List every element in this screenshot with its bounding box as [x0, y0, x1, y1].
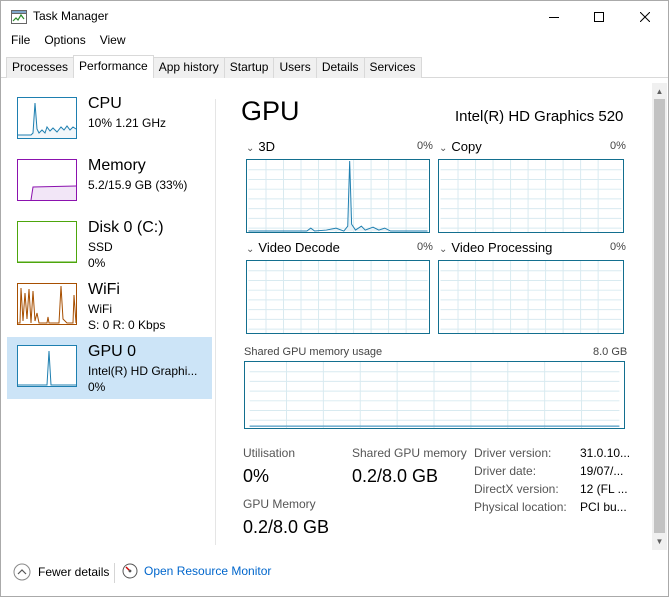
gpu-model-name: Intel(R) HD Graphics 520 — [455, 108, 624, 125]
menu-view[interactable]: View — [91, 33, 131, 51]
driver-version-value: 31.0.10... — [580, 446, 631, 460]
menu-file[interactable]: File — [1, 33, 35, 51]
window-title: Task Manager — [33, 9, 109, 23]
scrollbar-thumb[interactable] — [654, 99, 665, 533]
chevron-up-circle-icon — [13, 563, 31, 581]
footer-divider — [114, 563, 115, 583]
engine-label: Copy — [451, 139, 482, 154]
engine-copy-graph — [438, 159, 624, 233]
resource-name: Disk 0 (C:) — [88, 219, 164, 236]
gpu-memory-value: 0.2/8.0 GB — [243, 517, 330, 537]
disk-sparkline-icon — [17, 221, 77, 263]
task-manager-window: Task Manager File Options View Processes… — [0, 0, 669, 597]
driver-date-value: 19/07/... — [580, 464, 624, 478]
tab-details[interactable]: Details — [315, 57, 365, 78]
resource-detail: 5.2/15.9 GB (33%) — [88, 178, 188, 192]
pane-divider — [215, 99, 216, 545]
chevron-down-icon: ⌄ — [246, 143, 255, 154]
minimize-icon — [549, 17, 559, 18]
engine-video-decode-graph — [246, 260, 430, 334]
resource-detail: SSD — [88, 240, 113, 254]
resource-gpu-0[interactable]: GPU 0 Intel(R) HD Graphi... 0% — [7, 337, 212, 399]
resource-name: Memory — [88, 157, 146, 174]
resource-usage: 0% — [88, 256, 106, 270]
shared-memory-graph-label: Shared GPU memory usage — [244, 346, 383, 358]
chevron-down-icon: ⌄ — [439, 143, 448, 154]
resource-usage: S: 0 R: 0 Kbps — [88, 318, 166, 332]
scroll-down-icon[interactable]: ▼ — [655, 537, 664, 546]
engine-3d-graph — [246, 159, 430, 233]
utilisation-label: Utilisation — [243, 446, 296, 460]
engine-percent: 0% — [417, 140, 433, 152]
close-icon — [640, 12, 650, 22]
wifi-sparkline-icon — [17, 283, 77, 325]
shared-memory-max-label: 8.0 GB — [593, 346, 628, 358]
shared-gpu-memory-value: 0.2/8.0 GB — [352, 466, 439, 486]
resource-disk[interactable]: Disk 0 (C:) SSD 0% — [7, 213, 212, 275]
resource-cpu[interactable]: CPU 10% 1.21 GHz — [7, 89, 212, 151]
resource-wifi[interactable]: WiFi WiFi S: 0 R: 0 Kbps — [7, 275, 212, 337]
open-resource-monitor-label: Open Resource Monitor — [144, 564, 272, 578]
resource-name: GPU 0 — [88, 343, 137, 360]
maximize-button[interactable] — [576, 1, 622, 33]
cpu-sparkline-icon — [17, 97, 77, 139]
fewer-details-label: Fewer details — [38, 565, 110, 579]
resource-monitor-icon — [122, 563, 138, 579]
menu-options[interactable]: Options — [35, 33, 90, 51]
resource-memory[interactable]: Memory 5.2/15.9 GB (33%) — [7, 151, 212, 213]
chevron-down-icon: ⌄ — [246, 244, 255, 255]
physical-location-value: PCI bu... — [580, 500, 627, 514]
menu-bar: File Options View — [1, 33, 131, 51]
fewer-details-button[interactable]: Fewer details — [13, 563, 109, 581]
driver-version-label: Driver version: — [474, 446, 552, 460]
tab-strip: Processes Performance App history Startu… — [6, 55, 422, 78]
driver-date-label: Driver date: — [474, 464, 537, 478]
engine-label: Video Processing — [451, 240, 553, 255]
vertical-scrollbar[interactable]: ▲ ▼ — [652, 83, 667, 550]
gpu-memory-label: GPU Memory — [243, 497, 316, 511]
scroll-up-icon[interactable]: ▲ — [655, 87, 664, 96]
engine-label: 3D — [258, 139, 276, 154]
engine-video-processing-selector[interactable]: ⌄ Video Processing — [439, 240, 552, 255]
tab-users[interactable]: Users — [273, 57, 317, 78]
tab-processes[interactable]: Processes — [6, 57, 75, 78]
detail-title: GPU — [241, 96, 300, 126]
tab-services[interactable]: Services — [363, 57, 422, 78]
engine-copy-selector[interactable]: ⌄ Copy — [439, 139, 482, 154]
minimize-button[interactable] — [531, 1, 577, 33]
open-resource-monitor-link[interactable]: Open Resource Monitor — [122, 563, 271, 579]
directx-version-value: 12 (FL ... — [580, 482, 628, 496]
engine-video-processing-graph — [438, 260, 624, 334]
chevron-down-icon: ⌄ — [439, 244, 448, 255]
memory-sparkline-icon — [17, 159, 77, 201]
engine-label: Video Decode — [258, 240, 340, 255]
resource-detail: Intel(R) HD Graphi... — [88, 364, 198, 378]
task-manager-icon — [11, 10, 27, 24]
engine-3d-selector[interactable]: ⌄ 3D — [246, 139, 275, 154]
engine-percent: 0% — [610, 241, 626, 253]
resource-list: CPU 10% 1.21 GHz Memory 5.2/15.9 GB (33%… — [7, 89, 213, 399]
resource-name: WiFi — [88, 281, 120, 298]
directx-version-label: DirectX version: — [474, 482, 559, 496]
tab-app-history[interactable]: App history — [152, 57, 225, 78]
resource-detail: WiFi — [88, 302, 112, 316]
engine-video-decode-selector[interactable]: ⌄ Video Decode — [246, 240, 340, 255]
tab-startup[interactable]: Startup — [223, 57, 275, 78]
footer-bar: Fewer details Open Resource Monitor — [1, 557, 668, 587]
title-bar[interactable]: Task Manager — [1, 1, 668, 33]
shared-memory-graph — [244, 361, 625, 429]
physical-location-label: Physical location: — [474, 500, 567, 514]
resource-detail: 10% 1.21 GHz — [88, 116, 167, 130]
resource-name: CPU — [88, 95, 122, 112]
gpu-sparkline-icon — [17, 345, 77, 387]
engine-percent: 0% — [610, 140, 626, 152]
close-button[interactable] — [622, 1, 668, 33]
utilisation-value: 0% — [243, 466, 270, 486]
shared-gpu-memory-label: Shared GPU memory — [352, 446, 467, 460]
resource-usage: 0% — [88, 380, 106, 394]
tab-performance[interactable]: Performance — [73, 55, 154, 78]
engine-percent: 0% — [417, 241, 433, 253]
maximize-icon — [594, 12, 604, 22]
